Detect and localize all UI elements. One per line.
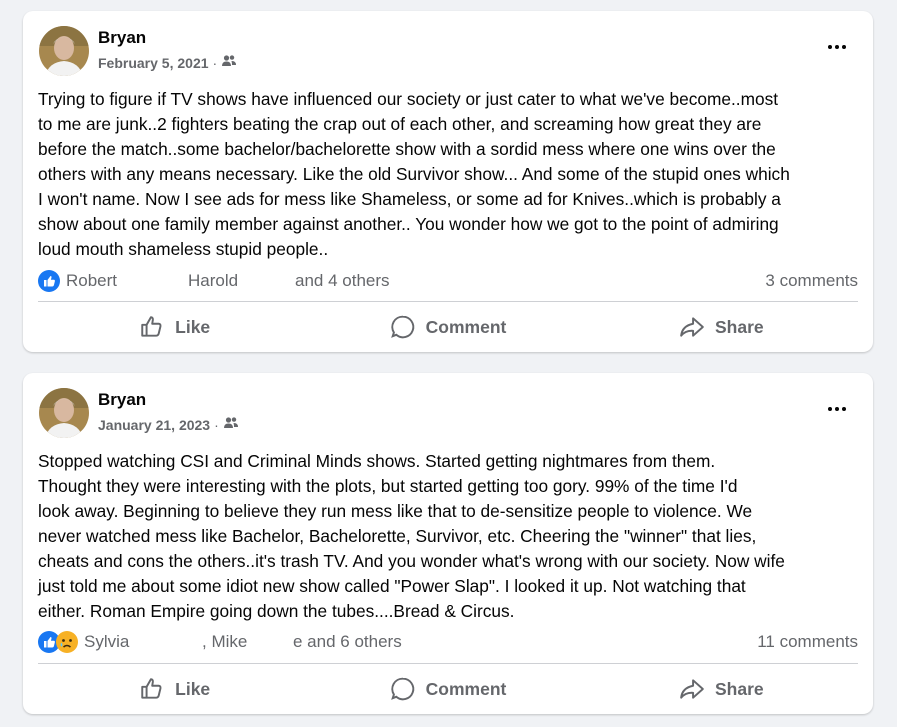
thumbs-up-icon [139, 314, 165, 340]
thumbs-up-icon [139, 676, 165, 702]
like-label: Like [175, 316, 211, 337]
avatar[interactable] [39, 26, 89, 76]
comment-button[interactable]: Comment [311, 669, 584, 709]
share-arrow-icon [679, 314, 705, 340]
friends-icon [221, 54, 237, 71]
share-button[interactable]: Share [585, 307, 858, 347]
share-button[interactable]: Share [585, 669, 858, 709]
comments-count[interactable]: 11 comments [757, 632, 858, 652]
comment-bubble-icon [390, 676, 416, 702]
friends-icon [223, 416, 239, 433]
post-meta: January 21, 2023 · [98, 416, 239, 433]
share-arrow-icon [679, 676, 705, 702]
author-name[interactable]: Bryan [98, 28, 146, 48]
reactor-names[interactable]: Sylvia , Mike e and 6 others [84, 632, 402, 652]
reactor-names[interactable]: Robert Harold and 4 others [66, 271, 390, 291]
sad-reaction-icon [56, 631, 78, 653]
meta-separator: · [212, 54, 218, 71]
share-label: Share [715, 316, 764, 337]
reaction-icons[interactable] [38, 631, 78, 653]
reactions-bar: Robert Harold and 4 others 3 comments [38, 269, 858, 293]
post-text: Stopped watching CSI and Criminal Minds … [38, 451, 785, 621]
post-text: Trying to figure if TV shows have influe… [38, 89, 790, 259]
divider [38, 301, 858, 302]
reactor-name: Harold [188, 271, 239, 290]
more-options-button[interactable] [823, 399, 851, 419]
post-card: Bryan January 21, 2023 · Stopped watchin… [23, 373, 873, 714]
reactor-name: Robert [66, 271, 118, 290]
post-actions: Like Comment Share [38, 307, 858, 347]
reactor-name: , Mike [202, 632, 248, 651]
comment-label: Comment [425, 678, 507, 699]
like-reaction-icon [38, 270, 60, 292]
like-label: Like [175, 678, 211, 699]
more-options-button[interactable] [823, 37, 851, 57]
reaction-icons[interactable] [38, 270, 60, 292]
reactor-name: Sylvia [84, 632, 130, 651]
comment-bubble-icon [390, 314, 416, 340]
reactor-others: e and 6 others [293, 632, 402, 651]
meta-separator: · [214, 416, 219, 433]
like-button[interactable]: Like [38, 307, 311, 347]
comment-button[interactable]: Comment [311, 307, 584, 347]
divider [38, 663, 858, 664]
comment-label: Comment [425, 316, 507, 337]
like-button[interactable]: Like [38, 669, 311, 709]
reactor-others: and 4 others [295, 271, 390, 290]
post-date[interactable]: February 5, 2021 [98, 55, 209, 71]
author-name[interactable]: Bryan [98, 390, 146, 410]
reactions-bar: Sylvia , Mike e and 6 others 11 comments [38, 630, 858, 654]
post-meta: February 5, 2021 · [98, 54, 237, 71]
share-label: Share [715, 678, 764, 699]
post-card: Bryan February 5, 2021 · Trying to figur… [23, 11, 873, 352]
avatar[interactable] [39, 388, 89, 438]
comments-count[interactable]: 3 comments [765, 271, 858, 291]
post-date[interactable]: January 21, 2023 [98, 417, 210, 433]
post-actions: Like Comment Share [38, 669, 858, 709]
